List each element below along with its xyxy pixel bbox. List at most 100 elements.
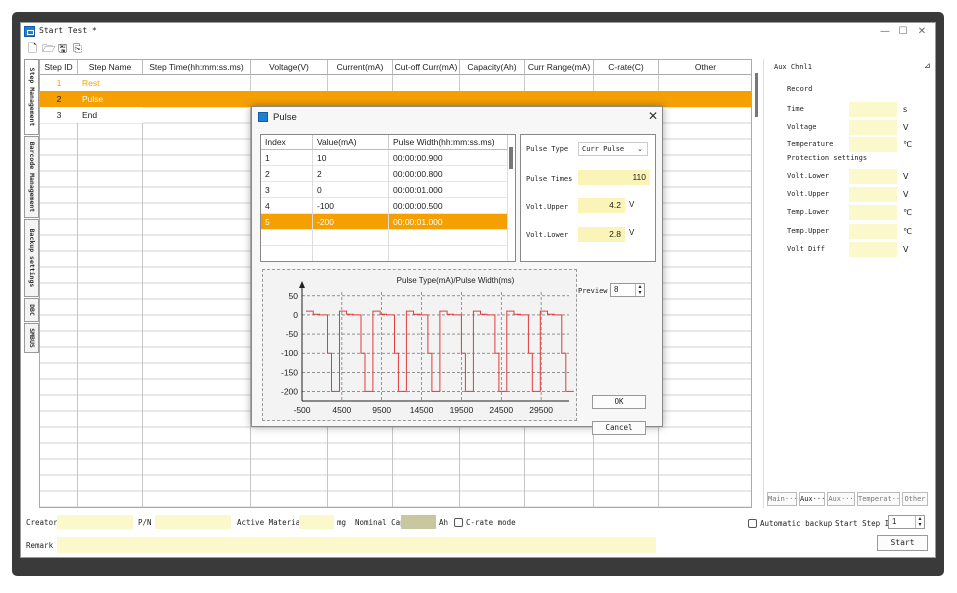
pulse-table-cell[interactable] [313, 230, 389, 246]
grid-cell-empty[interactable] [659, 75, 751, 91]
pulse-times-input[interactable]: 110 [578, 170, 650, 185]
nominal-cap-input[interactable] [401, 515, 436, 529]
tab-dbc[interactable]: DBC [24, 298, 39, 322]
grid-column-header[interactable]: Step ID [40, 60, 78, 75]
pulse-table-cell[interactable]: -200 [313, 214, 389, 230]
active-material-input[interactable] [299, 515, 334, 529]
pulse-table-cell[interactable]: 00:00:01.000 [389, 214, 508, 230]
cancel-button[interactable]: Cancel [592, 421, 646, 435]
protection-field-input[interactable] [849, 169, 897, 184]
pulse-table-row[interactable] [261, 230, 508, 246]
crate-mode-checkbox[interactable] [454, 518, 463, 527]
pulse-table-cell[interactable]: 00:00:00.500 [389, 198, 508, 214]
grid-column-header[interactable]: Curr Range(mA) [525, 60, 594, 75]
pulse-table-cell[interactable]: 00:00:00.900 [389, 150, 508, 166]
pulse-table-cell[interactable] [261, 246, 313, 261]
grid-row[interactable]: 1 Rest [40, 75, 751, 91]
pulse-table-row[interactable]: 4 -100 00:00:00.500 [261, 198, 508, 214]
pulse-table-cell[interactable] [389, 230, 508, 246]
pulse-table-cell[interactable]: 0 [313, 182, 389, 198]
pulse-column-header[interactable]: Value(mA) [313, 135, 389, 150]
grid-scrollbar[interactable] [755, 73, 758, 117]
grid-cell-empty[interactable] [143, 75, 251, 91]
grid-row[interactable]: 2 Pulse [40, 91, 751, 107]
open-folder-icon[interactable]: 🗁 [42, 43, 56, 55]
restore-icon[interactable]: ☐ [896, 25, 910, 38]
grid-cell-empty[interactable] [594, 75, 659, 91]
new-file-icon[interactable]: 🗋 [27, 43, 38, 55]
pulse-table-row[interactable]: 2 2 00:00:00.800 [261, 166, 508, 182]
remark-input[interactable] [57, 537, 656, 553]
record-field-input[interactable] [849, 137, 897, 152]
protection-field-input[interactable] [849, 205, 897, 221]
pulse-table-cell[interactable]: 2 [313, 166, 389, 182]
pulse-table-cell[interactable]: 1 [261, 150, 313, 166]
pin-icon[interactable]: ⊿ [924, 61, 931, 70]
pulse-table-cell[interactable]: 00:00:00.800 [389, 166, 508, 182]
tab-backup-settings[interactable]: Backup settings [24, 219, 39, 297]
grid-column-header[interactable]: Cut-off Curr(mA) [393, 60, 460, 75]
aux-tab[interactable]: Aux··· [799, 492, 825, 506]
grid-cell-step-name[interactable]: End [78, 107, 143, 123]
grid-column-header[interactable]: Current(mA) [328, 60, 393, 75]
close-icon[interactable]: ✕ [915, 25, 929, 38]
record-field-input[interactable] [849, 102, 897, 117]
ok-button[interactable]: OK [592, 395, 646, 409]
pulse-table-cell[interactable]: 00:00:01.000 [389, 182, 508, 198]
grid-cell-empty[interactable] [393, 75, 460, 91]
pulse-table-row[interactable] [261, 246, 508, 261]
creator-input[interactable] [57, 515, 133, 529]
preview-spinner[interactable]: 8 ▴ ▾ [610, 283, 645, 297]
grid-column-header[interactable]: Step Name [78, 60, 143, 75]
spinner-arrows-icon[interactable]: ▴ ▾ [915, 516, 924, 528]
pulse-table-cell[interactable] [313, 246, 389, 261]
dialog-close-icon[interactable]: ✕ [648, 109, 658, 123]
aux-tab[interactable]: Other [902, 492, 928, 506]
pulse-table-row[interactable]: 1 10 00:00:00.900 [261, 150, 508, 166]
pulse-table-cell[interactable]: -100 [313, 198, 389, 214]
aux-tab[interactable]: Main··· [767, 492, 798, 506]
aux-tab[interactable]: Aux··· [827, 492, 855, 506]
grid-column-header[interactable]: Voltage(V) [251, 60, 328, 75]
aux-tab[interactable]: Temperat··· [857, 492, 904, 506]
pulse-table-cell[interactable]: 5 [261, 214, 313, 230]
volt-upper-input[interactable]: 4.2 [578, 198, 625, 213]
pulse-table-cell[interactable]: 10 [313, 150, 389, 166]
pulse-table-scrollbar[interactable] [509, 147, 513, 169]
grid-cell-step-name[interactable]: Pulse [78, 91, 143, 107]
grid-cell-step-id[interactable]: 2 [40, 91, 78, 107]
volt-lower-input[interactable]: 2.8 [578, 227, 625, 242]
grid-cell-empty[interactable] [460, 75, 525, 91]
save-icon[interactable]: 🖫 [57, 43, 68, 55]
start-step-spinner[interactable]: 1 ▴ ▾ [888, 515, 925, 529]
spinner-arrows-icon[interactable]: ▴ ▾ [635, 284, 644, 296]
grid-cell-empty[interactable] [328, 75, 393, 91]
save-as-icon[interactable]: ⎘ [72, 43, 83, 55]
start-button[interactable]: Start [877, 535, 928, 551]
protection-field-input[interactable] [849, 241, 897, 257]
grid-cell-empty[interactable] [251, 75, 328, 91]
tab-step-management[interactable]: Step Management [24, 59, 39, 135]
pulse-type-select[interactable]: Curr Pulse ⌄ [578, 142, 648, 156]
grid-cell-step-id[interactable]: 3 [40, 107, 78, 123]
grid-cell-empty[interactable] [525, 75, 594, 91]
auto-backup-checkbox[interactable] [748, 519, 757, 528]
pulse-table-cell[interactable]: 3 [261, 182, 313, 198]
tab-barcode-management[interactable]: Barcode Management [24, 136, 39, 218]
pulse-table-row[interactable]: 3 0 00:00:01.000 [261, 182, 508, 198]
grid-cell-step-id[interactable]: 1 [40, 75, 78, 91]
protection-field-input[interactable] [849, 187, 897, 203]
pulse-table-cell[interactable] [261, 230, 313, 246]
minimize-icon[interactable]: — [878, 25, 892, 38]
protection-field-input[interactable] [849, 223, 897, 239]
grid-column-header[interactable]: Other [659, 60, 751, 75]
pulse-column-header[interactable]: Pulse Width(hh:mm:ss.ms) [389, 135, 508, 150]
grid-column-header[interactable]: Step Time(hh:mm:ss.ms) [143, 60, 251, 75]
pulse-table-row[interactable]: 5 -200 00:00:01.000 [261, 214, 508, 230]
pulse-table-cell[interactable] [389, 246, 508, 261]
grid-cell-step-name[interactable]: Rest [78, 75, 143, 91]
pulse-table-cell[interactable]: 4 [261, 198, 313, 214]
grid-column-header[interactable]: C-rate(C) [594, 60, 659, 75]
pulse-table-cell[interactable]: 2 [261, 166, 313, 182]
grid-column-header[interactable]: Capacity(Ah) [460, 60, 525, 75]
